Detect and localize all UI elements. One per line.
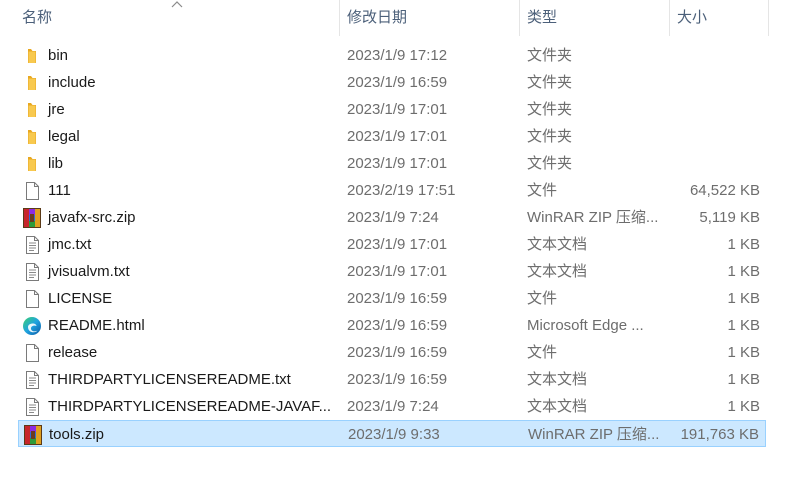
file-type: 文件夹: [527, 128, 573, 145]
file-type: WinRAR ZIP 压缩...: [527, 209, 659, 226]
file-size: 1 KB: [727, 317, 760, 334]
file-name: bin: [48, 47, 69, 64]
file-type: 文本文档: [527, 398, 588, 415]
folder-icon: [22, 127, 42, 147]
file-date: 2023/1/9 17:01: [347, 236, 448, 253]
file-type: 文件夹: [527, 101, 573, 118]
file-name: THIRDPARTYLICENSEREADME.txt: [48, 371, 291, 388]
file-type: 文件夹: [527, 155, 573, 172]
file-row[interactable]: jre 2023/1/9 17:01 文件夹: [18, 96, 766, 123]
file-row[interactable]: README.html 2023/1/9 16:59 Microsoft Edge …: [18, 312, 766, 339]
folder-icon: [22, 73, 42, 93]
file-date: 2023/1/9 7:24: [347, 209, 439, 226]
file-size: 1 KB: [727, 236, 760, 253]
file-name: jvisualvm.txt: [48, 263, 130, 280]
file-name: jmc.txt: [48, 236, 92, 253]
file-type: 文本文档: [527, 263, 588, 280]
column-date-label: 修改日期: [347, 9, 408, 26]
file-size: 1 KB: [727, 371, 760, 388]
file-date: 2023/1/9 16:59: [347, 317, 448, 334]
file-name: release: [48, 344, 98, 361]
file-date: 2023/1/9 17:01: [347, 155, 448, 172]
file-row[interactable]: release 2023/1/9 16:59 文件 1 KB: [18, 339, 766, 366]
column-header: 名称 修改日期 类型 大小: [0, 0, 794, 36]
column-type-label: 类型: [527, 9, 558, 26]
winrar-zip-icon: [22, 208, 42, 228]
file-size: 1 KB: [727, 344, 760, 361]
file-type: 文本文档: [527, 236, 588, 253]
file-name: jre: [48, 101, 65, 118]
file-date: 2023/1/9 9:33: [348, 426, 440, 443]
file-name: README.html: [48, 317, 145, 334]
file-type: 文件: [527, 344, 558, 361]
text-file-icon: [22, 235, 42, 255]
file-row[interactable]: THIRDPARTYLICENSEREADME.txt 2023/1/9 16:5…: [18, 366, 766, 393]
file-name: include: [48, 74, 96, 91]
sort-ascending-icon: [171, 1, 183, 8]
text-file-icon: [22, 262, 42, 282]
file-size: 1 KB: [727, 263, 760, 280]
file-type: 文本文档: [527, 371, 588, 388]
file-type: Microsoft Edge ...: [527, 317, 644, 334]
file-row[interactable]: THIRDPARTYLICENSEREADME-JAVAF... 2023/1/9…: [18, 393, 766, 420]
file-type: WinRAR ZIP 压缩...: [528, 426, 660, 443]
file-icon: [22, 343, 42, 363]
column-date-header[interactable]: 修改日期: [347, 0, 517, 36]
file-date: 2023/1/9 16:59: [347, 371, 448, 388]
file-name: 111: [48, 182, 71, 199]
file-size: 191,763 KB: [680, 426, 759, 443]
file-row[interactable]: jvisualvm.txt 2023/1/9 17:01 文本文档 1 KB: [18, 258, 766, 285]
file-type: 文件: [527, 290, 558, 307]
file-name: legal: [48, 128, 80, 145]
file-size: 5,119 KB: [699, 209, 760, 226]
file-row[interactable]: jmc.txt 2023/1/9 17:01 文本文档 1 KB: [18, 231, 766, 258]
file-row[interactable]: legal 2023/1/9 17:01 文件夹: [18, 123, 766, 150]
file-row[interactable]: javafx-src.zip 2023/1/9 7:24 WinRAR ZIP 压缩…: [18, 204, 766, 231]
folder-icon: [22, 46, 42, 66]
column-divider[interactable]: [669, 0, 670, 36]
file-name: lib: [48, 155, 64, 172]
text-file-icon: [22, 397, 42, 417]
folder-icon: [22, 154, 42, 174]
column-name-label: 名称: [22, 9, 53, 26]
column-type-header[interactable]: 类型: [527, 0, 667, 36]
file-size: 1 KB: [727, 290, 760, 307]
file-name: LICENSE: [48, 290, 113, 307]
file-date: 2023/2/19 17:51: [347, 182, 456, 199]
file-size: 1 KB: [727, 398, 760, 415]
file-row[interactable]: lib 2023/1/9 17:01 文件夹: [18, 150, 766, 177]
file-icon: [22, 289, 42, 309]
file-date: 2023/1/9 16:59: [347, 74, 448, 91]
file-row[interactable]: tools.zip 2023/1/9 9:33 WinRAR ZIP 压缩... 19…: [18, 420, 766, 447]
file-type: 文件夹: [527, 74, 573, 91]
file-date: 2023/1/9 17:01: [347, 101, 448, 118]
winrar-zip-icon: [23, 425, 43, 445]
folder-icon: [22, 100, 42, 120]
file-name: tools.zip: [49, 426, 105, 443]
file-date: 2023/1/9 17:12: [347, 47, 448, 64]
column-divider[interactable]: [339, 0, 340, 36]
file-date: 2023/1/9 16:59: [347, 344, 448, 361]
file-name: javafx-src.zip: [48, 209, 136, 226]
file-date: 2023/1/9 16:59: [347, 290, 448, 307]
column-divider[interactable]: [519, 0, 520, 36]
file-name: THIRDPARTYLICENSEREADME-JAVAF...: [48, 398, 332, 415]
file-size: 64,522 KB: [689, 182, 760, 199]
file-icon: [22, 181, 42, 201]
file-date: 2023/1/9 17:01: [347, 128, 448, 145]
file-row[interactable]: 111 2023/2/19 17:51 文件 64,522 KB: [18, 177, 766, 204]
file-row[interactable]: bin 2023/1/9 17:12 文件夹: [18, 42, 766, 69]
file-date: 2023/1/9 7:24: [347, 398, 439, 415]
file-type: 文件: [527, 182, 558, 199]
edge-icon: [22, 316, 42, 336]
file-date: 2023/1/9 17:01: [347, 263, 448, 280]
column-size-label: 大小: [677, 9, 708, 26]
text-file-icon: [22, 370, 42, 390]
file-row[interactable]: include 2023/1/9 16:59 文件夹: [18, 69, 766, 96]
file-type: 文件夹: [527, 47, 573, 64]
column-divider[interactable]: [768, 0, 769, 36]
file-row[interactable]: LICENSE 2023/1/9 16:59 文件 1 KB: [18, 285, 766, 312]
column-size-header[interactable]: 大小: [677, 0, 767, 36]
